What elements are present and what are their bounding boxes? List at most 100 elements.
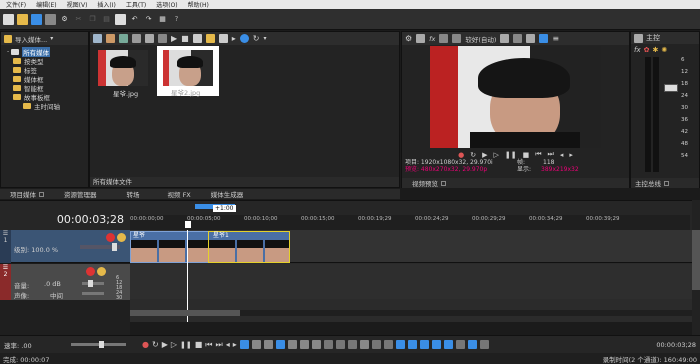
playhead-line[interactable] [187, 230, 188, 322]
mute-icon[interactable] [106, 233, 115, 242]
auto-ripple-icon[interactable] [431, 340, 441, 349]
play-from-start-icon[interactable]: ▷ [493, 151, 498, 159]
play-icon[interactable]: ▶ [482, 151, 487, 159]
auto-crossfade-icon[interactable] [251, 340, 261, 349]
volume-slider[interactable] [82, 282, 104, 285]
ignore-grouping-icon[interactable] [419, 340, 429, 349]
go-start-icon[interactable]: ⏮ [205, 340, 212, 350]
marker-icon[interactable] [371, 340, 381, 349]
auto-preview-icon[interactable] [192, 34, 202, 43]
tab-master-bus[interactable]: 主控总线 [631, 178, 673, 188]
play-from-start-icon[interactable]: ▷ [171, 340, 177, 349]
vertical-scrollbar[interactable] [692, 200, 700, 335]
undo-icon[interactable]: ↶ [129, 14, 140, 25]
rate-slider[interactable] [71, 341, 126, 348]
prev-frame-icon[interactable]: ◂ [560, 151, 564, 159]
trim-end-icon[interactable] [347, 340, 357, 349]
crossfade-type-icon[interactable] [479, 340, 489, 349]
media-thumbnail[interactable] [98, 50, 148, 86]
timeline-timecode[interactable]: 00:00:03;28 [4, 213, 128, 230]
play-icon[interactable]: ▶ [171, 34, 177, 43]
pause-icon[interactable]: ❚❚ [505, 151, 517, 159]
render-icon[interactable] [45, 13, 56, 25]
track-menu-icon[interactable]: ☰ [3, 264, 8, 271]
mute-icon[interactable] [86, 267, 95, 276]
copy-frame-icon[interactable] [526, 34, 536, 43]
tree-item-main-timeline[interactable]: 主时间轴 [1, 101, 88, 111]
dropdown-chevron-icon[interactable] [452, 34, 462, 43]
arrow-right-icon[interactable]: ▸ [232, 34, 236, 43]
pan-slider[interactable] [82, 292, 104, 295]
menu-help[interactable]: 帮助(H) [188, 0, 209, 9]
zoom-tool-icon[interactable] [311, 340, 321, 349]
playhead-marker[interactable] [185, 221, 191, 228]
envelope-tool-icon[interactable] [287, 340, 297, 349]
close-icon[interactable] [39, 191, 44, 197]
stop-icon[interactable]: ■ [181, 34, 189, 43]
loop-icon[interactable]: ↻ [152, 340, 159, 349]
quantize-icon[interactable] [455, 340, 465, 349]
menu-file[interactable]: 文件(F) [6, 0, 26, 9]
cut-icon[interactable]: ✂ [73, 14, 84, 25]
video-clip[interactable]: 星爷 [130, 231, 214, 263]
mute-icon[interactable]: ✱ [652, 46, 658, 54]
audio-track-header[interactable]: ☰ 2 音量: .0 dB 声像: 中间 6 12 18 24 30 [0, 264, 130, 301]
fx-icon[interactable]: fx [429, 35, 435, 43]
bus-icon[interactable] [634, 33, 643, 43]
lock-envelopes-icon[interactable] [443, 340, 453, 349]
snapping-icon[interactable] [239, 340, 249, 349]
import-media-icon[interactable] [4, 34, 12, 43]
split-icon[interactable] [323, 340, 333, 349]
dropdown-chevron-icon[interactable]: ▾ [50, 35, 53, 42]
loop-icon[interactable]: ↻ [470, 151, 476, 159]
grid-icon[interactable] [500, 34, 510, 43]
tags-icon[interactable] [145, 34, 154, 43]
fx-chain-icon[interactable]: ✿ [644, 46, 650, 54]
new-file-icon[interactable] [3, 13, 14, 25]
scrollbar-thumb[interactable] [692, 230, 700, 290]
menu-options[interactable]: 选项(O) [156, 0, 177, 9]
more-icon[interactable]: ≡ [552, 34, 559, 43]
speaker-icon[interactable] [218, 34, 228, 43]
import-media-button[interactable]: 导入媒体... [15, 34, 47, 44]
video-track-header[interactable]: ☰ 1 级别: 100.0 % [0, 230, 130, 263]
properties-icon[interactable]: ▦ [157, 14, 168, 25]
monitor-icon[interactable] [416, 34, 426, 43]
tab-explorer[interactable]: 资源管理器 [54, 189, 107, 199]
record-icon[interactable]: ● [142, 340, 149, 349]
open-folder-icon[interactable] [17, 13, 28, 25]
normal-edit-tool-icon[interactable] [275, 340, 285, 349]
solo-icon[interactable] [117, 233, 126, 242]
level-slider-thumb[interactable] [112, 243, 117, 251]
tree-item-all-media[interactable]: - 所有媒体 [1, 46, 88, 57]
go-end-icon[interactable]: ⏭ [216, 340, 223, 350]
time-ruler[interactable]: 00:00:00;00 00:00:05;00 00:00:10;00 00:00:1… [130, 215, 690, 231]
enable-snapping-icon[interactable] [467, 340, 477, 349]
tab-video-preview[interactable]: 视频预览 [402, 178, 456, 188]
help-icon[interactable]: ? [171, 14, 182, 25]
split-view-icon[interactable] [439, 34, 449, 43]
views-icon[interactable] [93, 34, 102, 43]
record-icon[interactable]: ● [458, 151, 464, 159]
master-fader[interactable] [664, 84, 678, 92]
tree-item-by-type[interactable]: 按类型 [1, 56, 88, 66]
properties-icon[interactable] [132, 34, 141, 43]
fx-icon[interactable]: fx [634, 46, 641, 54]
next-frame-icon[interactable]: ▸ [233, 340, 237, 349]
play-icon[interactable]: ▶ [162, 340, 168, 349]
tree-item-tags[interactable]: 标签 [1, 65, 88, 75]
close-icon[interactable] [441, 180, 446, 186]
stop-icon[interactable]: ■ [523, 151, 530, 159]
selection-tool-icon[interactable] [299, 340, 309, 349]
gear-icon[interactable]: ⚙ [405, 34, 412, 43]
dropdown-chevron-icon[interactable]: ▾ [263, 35, 266, 42]
timeline-scrollbar[interactable] [130, 310, 692, 316]
menu-edit[interactable]: 编辑(E) [36, 0, 56, 9]
menu-view[interactable]: 视图(V) [67, 0, 88, 9]
remove-media-icon[interactable] [106, 34, 115, 43]
copy-icon[interactable]: ❐ [87, 14, 98, 25]
refresh-icon[interactable]: ↻ [253, 34, 260, 43]
scrollbar-thumb[interactable] [130, 310, 240, 316]
menu-insert[interactable]: 插入(I) [97, 0, 115, 9]
lock-icon[interactable] [359, 340, 369, 349]
